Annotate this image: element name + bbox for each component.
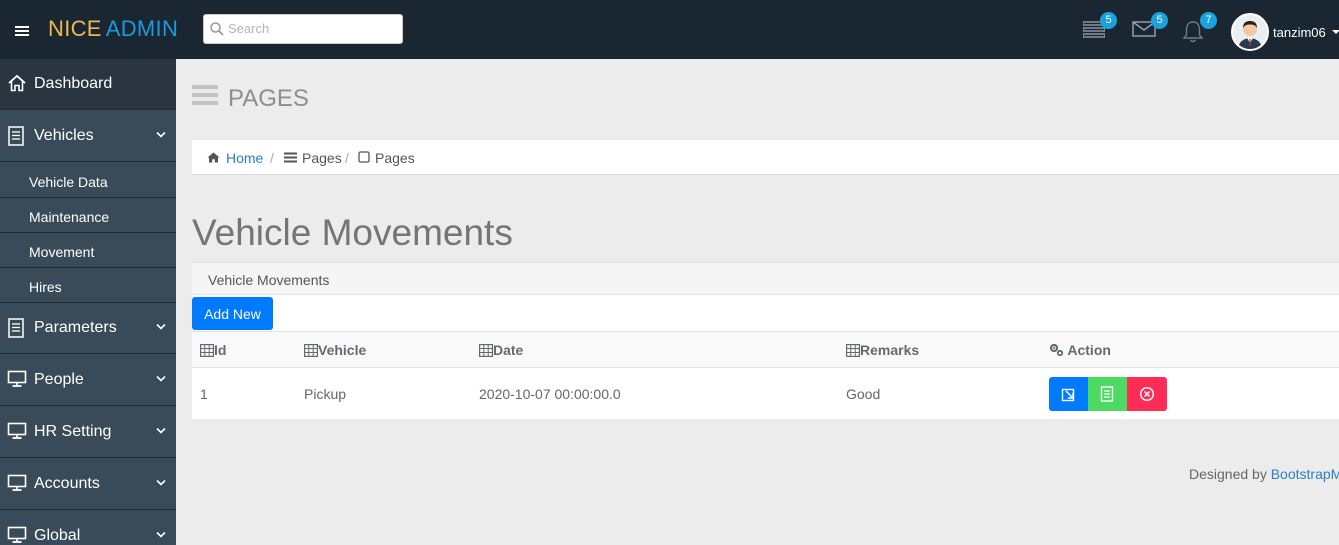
breadcrumb-separator: / (270, 150, 274, 166)
chevron-down-icon (156, 131, 166, 138)
sidebar-item-label: HR Setting (34, 423, 112, 440)
cogs-icon (1049, 343, 1064, 357)
sidebar-subitem-hires[interactable]: Hires (0, 268, 176, 303)
column-header-action: Action (1049, 342, 1111, 358)
footer-link[interactable]: BootstrapM (1271, 466, 1339, 482)
edit-icon (1061, 388, 1075, 402)
delete-button[interactable] (1127, 377, 1167, 411)
avatar[interactable] (1231, 13, 1269, 51)
chevron-down-icon (156, 323, 166, 330)
chevron-down-icon (156, 479, 166, 486)
top-navbar: NICEADMIN 5 5 7 tanzim06 (0, 0, 1339, 59)
bars-icon (192, 85, 218, 109)
column-header-remarks[interactable]: Remarks (846, 342, 919, 358)
breadcrumb: Home / Pages / Pages (192, 140, 1339, 175)
cell-id: 1 (200, 386, 208, 402)
desktop-icon (7, 526, 27, 543)
sidebar-item-label: Accounts (34, 475, 100, 492)
sidebar: Dashboard Vehicles Vehicle Data Maintena… (0, 59, 176, 545)
sidebar-item-label: People (34, 371, 84, 388)
column-header-date[interactable]: Date (479, 342, 523, 358)
footer-text: Designed by (1189, 466, 1267, 482)
search-icon (210, 22, 224, 36)
cell-vehicle: Pickup (304, 386, 347, 402)
view-button[interactable] (1088, 377, 1128, 411)
cell-remarks: Good (846, 386, 881, 402)
chevron-down-icon (156, 427, 166, 434)
table-icon (479, 344, 494, 358)
page-title: Vehicle Movements (192, 212, 513, 253)
sidebar-item-label: Vehicles (34, 127, 94, 144)
square-icon (358, 151, 370, 163)
table-icon (200, 344, 215, 358)
document-icon (1100, 386, 1114, 402)
breadcrumb-separator: / (345, 150, 349, 166)
sidebar-item-dashboard[interactable]: Dashboard (0, 59, 176, 110)
search-input[interactable] (228, 21, 398, 36)
sidebar-item-accounts[interactable]: Accounts (0, 459, 176, 510)
page-header-title: PAGES (228, 85, 309, 112)
add-new-button[interactable]: Add New (192, 297, 273, 330)
menu-toggle-icon[interactable] (15, 26, 29, 36)
search-box[interactable] (203, 14, 403, 44)
document-icon (8, 126, 24, 146)
sidebar-subitem-maintenance[interactable]: Maintenance (0, 198, 176, 233)
sidebar-item-parameters[interactable]: Parameters (0, 303, 176, 354)
footer: Designed by BootstrapM (1189, 466, 1339, 482)
close-circle-icon (1139, 386, 1155, 402)
home-icon (207, 152, 220, 163)
sidebar-item-hr-setting[interactable]: HR Setting (0, 407, 176, 458)
sidebar-item-vehicles[interactable]: Vehicles (0, 111, 176, 162)
chevron-down-icon (156, 531, 166, 538)
edit-button[interactable] (1049, 377, 1089, 411)
notifications-badge: 7 (1200, 12, 1217, 29)
desktop-icon (7, 422, 27, 439)
breadcrumb-pages: Pages (302, 150, 342, 166)
document-icon (8, 318, 24, 338)
table-header: Id Vehicle Date Remarks Action (192, 331, 1339, 368)
column-header-vehicle[interactable]: Vehicle (304, 342, 366, 358)
panel-title: Vehicle Movements (208, 272, 330, 288)
panel-heading: Vehicle Movements (192, 262, 1339, 295)
sidebar-subitem-movement[interactable]: Movement (0, 233, 176, 268)
sidebar-item-label: Dashboard (34, 75, 113, 92)
list-icon (284, 152, 297, 163)
desktop-icon (7, 474, 27, 491)
breadcrumb-home-link[interactable]: Home (226, 150, 263, 166)
mail-badge: 5 (1151, 12, 1168, 29)
cell-date: 2020-10-07 00:00:00.0 (479, 386, 621, 402)
table-icon (304, 344, 319, 358)
sidebar-subitem-vehicle-data[interactable]: Vehicle Data (0, 163, 176, 198)
sidebar-item-global[interactable]: Global (0, 511, 176, 545)
sidebar-item-label: Parameters (34, 319, 117, 336)
breadcrumb-current: Pages (375, 150, 415, 166)
table-icon (846, 344, 861, 358)
sidebar-item-people[interactable]: People (0, 355, 176, 406)
sidebar-item-label: Global (34, 527, 81, 544)
column-header-id[interactable]: Id (200, 342, 226, 358)
username[interactable]: tanzim06 (1273, 25, 1326, 40)
desktop-icon (7, 370, 27, 387)
user-avatar-icon (1233, 15, 1267, 49)
chevron-down-icon (156, 375, 166, 382)
tasks-badge: 5 (1100, 12, 1117, 29)
home-icon (8, 74, 26, 92)
brand-logo[interactable]: NICE ADMIN (48, 16, 178, 42)
user-caret-icon[interactable] (1332, 30, 1339, 34)
